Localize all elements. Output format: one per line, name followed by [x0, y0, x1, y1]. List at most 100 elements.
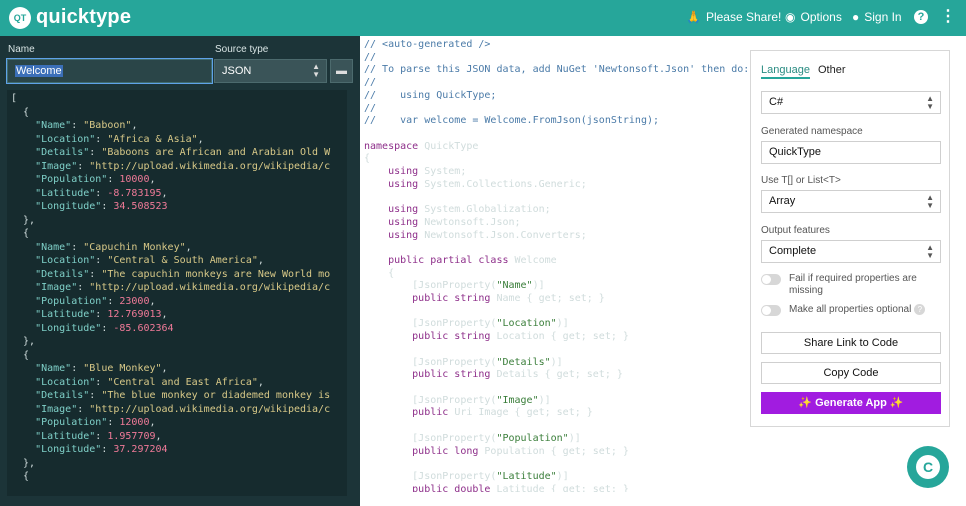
- json-line: "Image": "http://upload.wikimedia.org/wi…: [11, 403, 343, 417]
- json-line: "Longitude": 37.297204: [11, 443, 343, 457]
- quicktype-logo-icon[interactable]: QT: [9, 7, 31, 29]
- code-line-token: "Image": [496, 394, 539, 406]
- code-line-token: public long: [364, 445, 479, 457]
- fail-required-label: Fail if required properties are missing: [789, 273, 917, 296]
- json-line-token: :: [107, 174, 120, 185]
- code-output[interactable]: // <auto-generated />//// To parse this …: [360, 36, 748, 492]
- language-select[interactable]: C# ▲ ▼: [761, 91, 941, 114]
- json-line-token: "Location": [11, 255, 96, 266]
- all-optional-toggle[interactable]: [761, 305, 781, 316]
- code-line-token: "Latitude": [496, 470, 557, 482]
- code-line: [JsonProperty("Location")]: [364, 318, 744, 331]
- json-line-token: ,: [155, 430, 162, 442]
- praying-hands-icon: 🙏: [686, 10, 701, 24]
- code-line-token: Name { get; set; }: [490, 293, 605, 305]
- code-line-token: Uri Image { get; set; }: [448, 407, 593, 419]
- code-line-token: public string: [364, 369, 491, 381]
- namespace-input[interactable]: QuickType: [761, 141, 941, 164]
- json-line-token: :: [89, 268, 102, 280]
- json-line-token: "The capuchin monkeys are New World mo: [101, 268, 331, 280]
- json-line-token: ,: [161, 309, 168, 320]
- help-icon[interactable]: ?: [914, 10, 928, 24]
- json-line-token: {: [11, 349, 30, 361]
- json-line: },: [11, 335, 343, 349]
- please-share-link[interactable]: 🙏 Please Share!: [686, 10, 781, 24]
- code-line-token: [JsonProperty(: [364, 432, 497, 444]
- options-link[interactable]: ◉ Options: [785, 10, 842, 24]
- json-line-token: :: [77, 282, 90, 293]
- json-line-token: ,: [257, 376, 264, 388]
- json-line-token: "Details": [11, 147, 90, 158]
- code-line-token: //: [364, 51, 377, 63]
- output-features-select[interactable]: Complete ▲ ▼: [761, 240, 941, 263]
- tab-language[interactable]: Language: [761, 64, 810, 79]
- json-line-token: 34.508523: [113, 201, 168, 212]
- code-line: [JsonProperty("Name")]: [364, 280, 744, 293]
- code-line-token: )]: [550, 356, 563, 368]
- brand-title[interactable]: quicktype: [36, 6, 131, 29]
- chat-button[interactable]: C: [907, 446, 949, 488]
- tab-other[interactable]: Other: [818, 64, 846, 76]
- json-line-token: 23000: [119, 295, 150, 307]
- code-line: [JsonProperty("Details")]: [364, 357, 744, 370]
- code-line: // To parse this JSON data, add NuGet 'N…: [364, 64, 748, 77]
- code-line-token: //: [364, 102, 377, 114]
- json-line-token: "http://upload.wikimedia.org/wikipedia/c: [89, 282, 331, 293]
- code-line: public string Details { get; set; }: [364, 369, 744, 382]
- json-editor-text[interactable]: [ { "Name": "Baboon", "Location": "Afric…: [7, 90, 347, 486]
- json-line: {: [11, 349, 343, 363]
- code-line-token: // To parse this JSON data, add NuGet 'N…: [364, 64, 748, 76]
- code-line: using System;: [364, 166, 744, 179]
- json-line-token: 12000: [119, 417, 150, 428]
- code-line: // var welcome = Welcome.FromJson(jsonSt…: [364, 115, 744, 128]
- code-line-token: public double: [364, 483, 491, 492]
- json-line-token: :: [95, 133, 108, 145]
- code-line-token: )]: [556, 470, 569, 482]
- code-line-token: QuickType: [418, 140, 479, 152]
- json-line: "Name": "Capuchin Monkey",: [11, 241, 343, 255]
- code-line-token: public string: [364, 331, 491, 343]
- code-line-token: )]: [568, 432, 581, 444]
- sign-in-link[interactable]: ● Sign In: [852, 10, 902, 24]
- copy-code-button[interactable]: Copy Code: [761, 362, 941, 384]
- json-line-token: :: [107, 295, 120, 307]
- json-line-token: 37.297204: [113, 444, 168, 455]
- json-line-token: "Population": [11, 174, 108, 185]
- code-line: {: [364, 153, 744, 166]
- folder-icon[interactable]: ▬: [330, 59, 353, 83]
- array-type-label: Use T[] or List<T>: [761, 175, 841, 186]
- name-input[interactable]: Welcome: [6, 58, 213, 84]
- code-line-token: // <auto-generated />: [364, 39, 491, 50]
- code-line: [JsonProperty("Image")]: [364, 395, 744, 408]
- json-line-token: "Latitude": [11, 430, 96, 442]
- json-line-token: ,: [257, 255, 264, 266]
- code-output-text[interactable]: // <auto-generated />//// To parse this …: [360, 36, 748, 492]
- json-line: "Name": "Blue Monkey",: [11, 362, 343, 376]
- json-line-token: "Longitude": [11, 322, 102, 334]
- help-icon[interactable]: ?: [914, 304, 926, 315]
- json-line-token: "Capuchin Monkey": [83, 241, 186, 253]
- json-editor[interactable]: [ { "Name": "Baboon", "Location": "Afric…: [7, 90, 347, 496]
- fail-required-toggle[interactable]: [761, 274, 781, 285]
- more-menu-icon[interactable]: ⋮: [940, 8, 956, 26]
- code-line-token: //: [364, 77, 377, 89]
- code-line: // using QuickType;: [364, 90, 744, 103]
- json-line: "Longitude": -85.602364: [11, 322, 343, 336]
- share-link-button[interactable]: Share Link to Code: [761, 332, 941, 354]
- source-type-select[interactable]: JSON ▲ ▼: [214, 59, 327, 83]
- json-line-token: {: [11, 471, 30, 482]
- generate-app-button[interactable]: ✨ Generate App ✨: [761, 392, 941, 414]
- json-line-token: "Name": [11, 241, 72, 253]
- json-line-token: [: [11, 93, 18, 104]
- json-line-token: "Blue Monkey": [83, 363, 162, 374]
- json-line-token: :: [77, 403, 90, 415]
- array-type-select[interactable]: Array ▲ ▼: [761, 190, 941, 213]
- source-type-value: JSON: [222, 65, 252, 77]
- json-line: "Population": 10000,: [11, 173, 343, 187]
- code-line: using System.Collections.Generic;: [364, 179, 744, 192]
- json-line-token: "Population": [11, 295, 108, 307]
- json-line-token: :: [89, 390, 102, 401]
